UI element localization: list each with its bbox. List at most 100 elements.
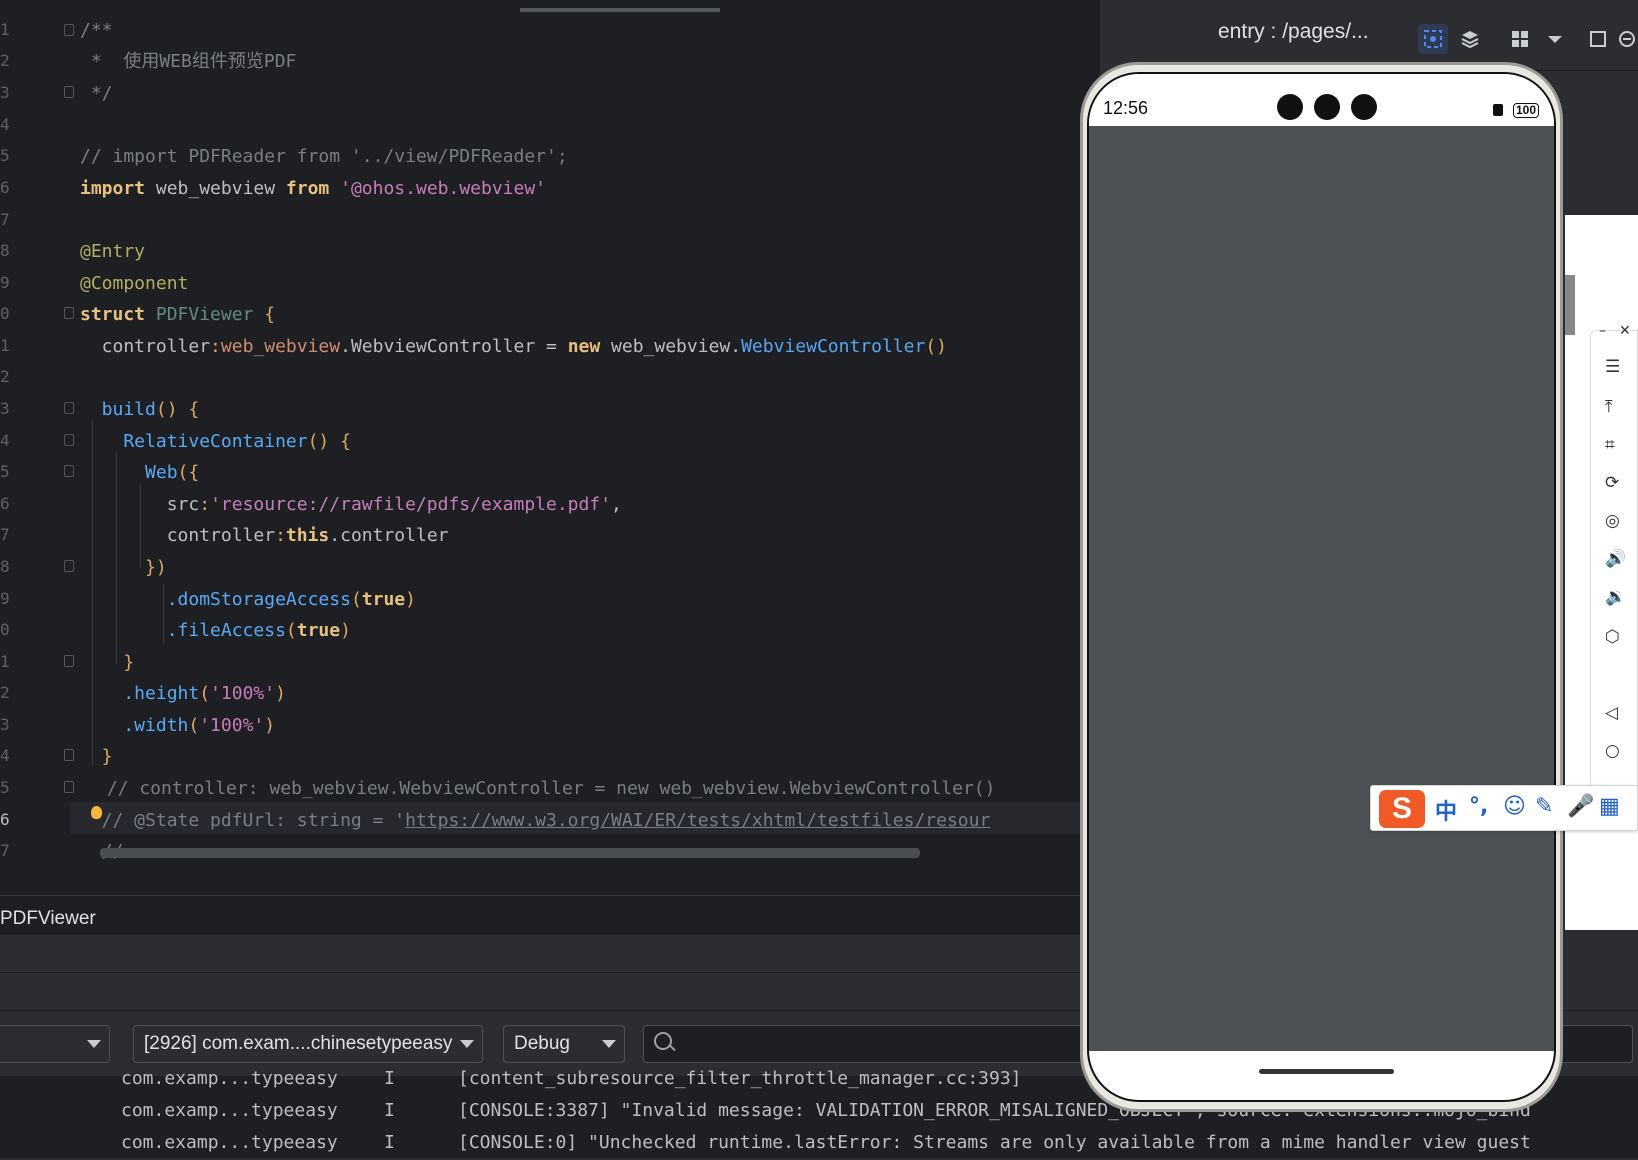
code-line[interactable]: }) <box>80 555 167 581</box>
struct-name: PDFViewer <box>145 304 265 325</box>
string-literal: 'resource://rawfile/pdfs/example.pdf' <box>210 494 612 515</box>
active-tab-indicator <box>520 8 720 12</box>
log-row[interactable]: com.examp...typeeasy I [CONSOLE:0] "Unchec… <box>0 1128 1638 1160</box>
line-number: 4 <box>0 431 10 450</box>
code-line[interactable]: @Component <box>80 271 188 297</box>
device-combo[interactable] <box>0 1025 110 1063</box>
breadcrumb[interactable]: PDFViewer <box>0 908 96 930</box>
log-level: I <box>384 1068 395 1089</box>
code-line[interactable]: */ <box>80 81 113 107</box>
fold-marker[interactable] <box>64 560 74 572</box>
emoji-icon[interactable]: ☺ <box>1503 794 1526 819</box>
identifier: web_webview <box>145 178 286 199</box>
code-line[interactable]: import web_webview from '@ohos.web.webvi… <box>80 176 546 202</box>
paren: ( <box>350 589 362 610</box>
frame-icon[interactable] <box>1583 24 1613 54</box>
fold-marker[interactable] <box>64 86 74 98</box>
comment-link[interactable]: https://www.w3.org/WAI/ER/tests/xhtml/te… <box>405 810 990 831</box>
fold-marker[interactable] <box>64 655 74 667</box>
shake-icon[interactable]: ⬡ <box>1605 627 1620 647</box>
fold-marker[interactable] <box>64 749 74 761</box>
code-line[interactable]: src:'resource://rawfile/pdfs/example.pdf… <box>80 492 622 518</box>
line-number: 0 <box>0 620 10 639</box>
close-icon[interactable]: ✕ <box>1619 323 1631 339</box>
fold-marker[interactable] <box>64 434 74 446</box>
horizontal-scrollbar[interactable] <box>100 848 920 858</box>
volume-up-icon[interactable]: 🔊 <box>1605 549 1626 569</box>
ime-logo[interactable]: S <box>1379 790 1425 828</box>
brace: { <box>177 399 200 420</box>
code-line[interactable]: controller:this.controller <box>80 523 449 549</box>
line-number: 4 <box>0 115 10 134</box>
ime-language-toggle[interactable]: 中 <box>1435 794 1457 826</box>
chevron-down-icon <box>602 1040 616 1048</box>
code-line[interactable]: .width('100%') <box>80 713 275 739</box>
chevron-down-icon[interactable] <box>1540 24 1570 54</box>
code-line[interactable]: build() { <box>80 397 200 423</box>
identifier: .controller <box>329 525 449 546</box>
zoom-out-icon[interactable] <box>1612 24 1638 54</box>
code-line[interactable]: @Entry <box>80 239 145 265</box>
punctuation-icon[interactable]: °, <box>1469 794 1488 819</box>
log-level-combo[interactable]: Debug <box>503 1025 625 1063</box>
code-line[interactable]: } <box>80 744 113 770</box>
rotate-icon[interactable]: ⟳ <box>1605 473 1619 493</box>
paren: ( <box>188 715 200 736</box>
string-literal: '100%' <box>210 683 276 704</box>
keyword: struct <box>80 304 146 325</box>
line-number: 6 <box>0 494 10 513</box>
microphone-icon[interactable]: 🎤 <box>1567 794 1594 819</box>
chevron-down-icon <box>87 1040 101 1048</box>
code-line[interactable]: /** <box>80 18 113 44</box>
back-icon[interactable]: ◁ <box>1605 703 1618 723</box>
code-line[interactable]: .fileAccess(true) <box>80 618 351 644</box>
menu-icon[interactable]: ☰ <box>1605 357 1620 377</box>
power-icon[interactable]: ◎ <box>1605 511 1620 531</box>
minimize-icon[interactable]: – <box>1599 323 1606 339</box>
paren: ) <box>405 589 416 610</box>
code-line[interactable]: * 使用WEB组件预览PDF <box>80 49 297 75</box>
side-panel-scrollbar[interactable] <box>1565 275 1575 335</box>
method-call: .fileAccess <box>80 620 286 641</box>
code-line[interactable]: // @State pdfUrl: string = 'https://www.… <box>80 808 991 834</box>
fold-marker[interactable] <box>64 781 74 793</box>
fold-marker[interactable] <box>64 24 74 36</box>
grid-menu-icon[interactable]: ▦ <box>1599 794 1620 819</box>
log-message: [CONSOLE:0] "Unchecked runtime.lastError… <box>458 1132 1531 1153</box>
code-editor[interactable]: 1 2 3 4 5 6 7 8 9 0 1 2 3 4 5 6 7 8 9 0 … <box>0 0 1177 895</box>
home-indicator[interactable] <box>1259 1069 1394 1074</box>
fold-marker[interactable] <box>64 402 74 414</box>
fold-marker[interactable] <box>64 465 74 477</box>
paren: ) <box>275 683 286 704</box>
layers-icon[interactable] <box>1455 24 1485 54</box>
type-module: web_webview <box>220 336 341 357</box>
code-line[interactable]: struct PDFViewer { <box>80 302 275 328</box>
inspect-icon[interactable] <box>1418 24 1448 54</box>
web-view-area[interactable] <box>1089 126 1554 1051</box>
home-icon[interactable]: ○ <box>1605 741 1620 761</box>
code-line[interactable]: // controller: web_webview.WebviewContro… <box>96 776 996 802</box>
code-line[interactable]: RelativeContainer() { <box>80 429 351 455</box>
parens: () <box>155 399 178 420</box>
parens: () <box>925 336 948 357</box>
brace: { <box>264 304 276 325</box>
pen-icon[interactable]: ✎ <box>1535 794 1553 819</box>
string-literal: '100%' <box>199 715 265 736</box>
code-line[interactable]: // import PDFReader from '../view/PDFRea… <box>80 144 568 170</box>
fold-marker[interactable] <box>64 307 74 319</box>
volume-down-icon[interactable]: 🔉 <box>1605 587 1626 607</box>
editor-tab-strip[interactable] <box>0 0 1100 12</box>
phone-display[interactable]: 12:56 100 <box>1087 72 1556 1102</box>
process-combo[interactable]: [2926] com.exam....chinesetypeeasy <box>133 1025 483 1063</box>
code-line[interactable]: .height('100%') <box>80 681 286 707</box>
log-level: I <box>384 1100 395 1121</box>
code-line[interactable]: .domStorageAccess(true) <box>80 587 416 613</box>
code-line[interactable]: } <box>80 650 134 676</box>
crop-icon[interactable]: ⌗ <box>1605 435 1615 455</box>
grid-icon[interactable] <box>1505 24 1535 54</box>
pin-top-icon[interactable]: ⤒ <box>1605 397 1613 417</box>
previewer-title[interactable]: entry : /pages/... <box>1218 20 1369 44</box>
boolean-literal: true <box>296 620 341 641</box>
code-line[interactable]: Web({ <box>80 460 199 486</box>
code-line[interactable]: controller:web_webview.WebviewController… <box>80 334 947 360</box>
